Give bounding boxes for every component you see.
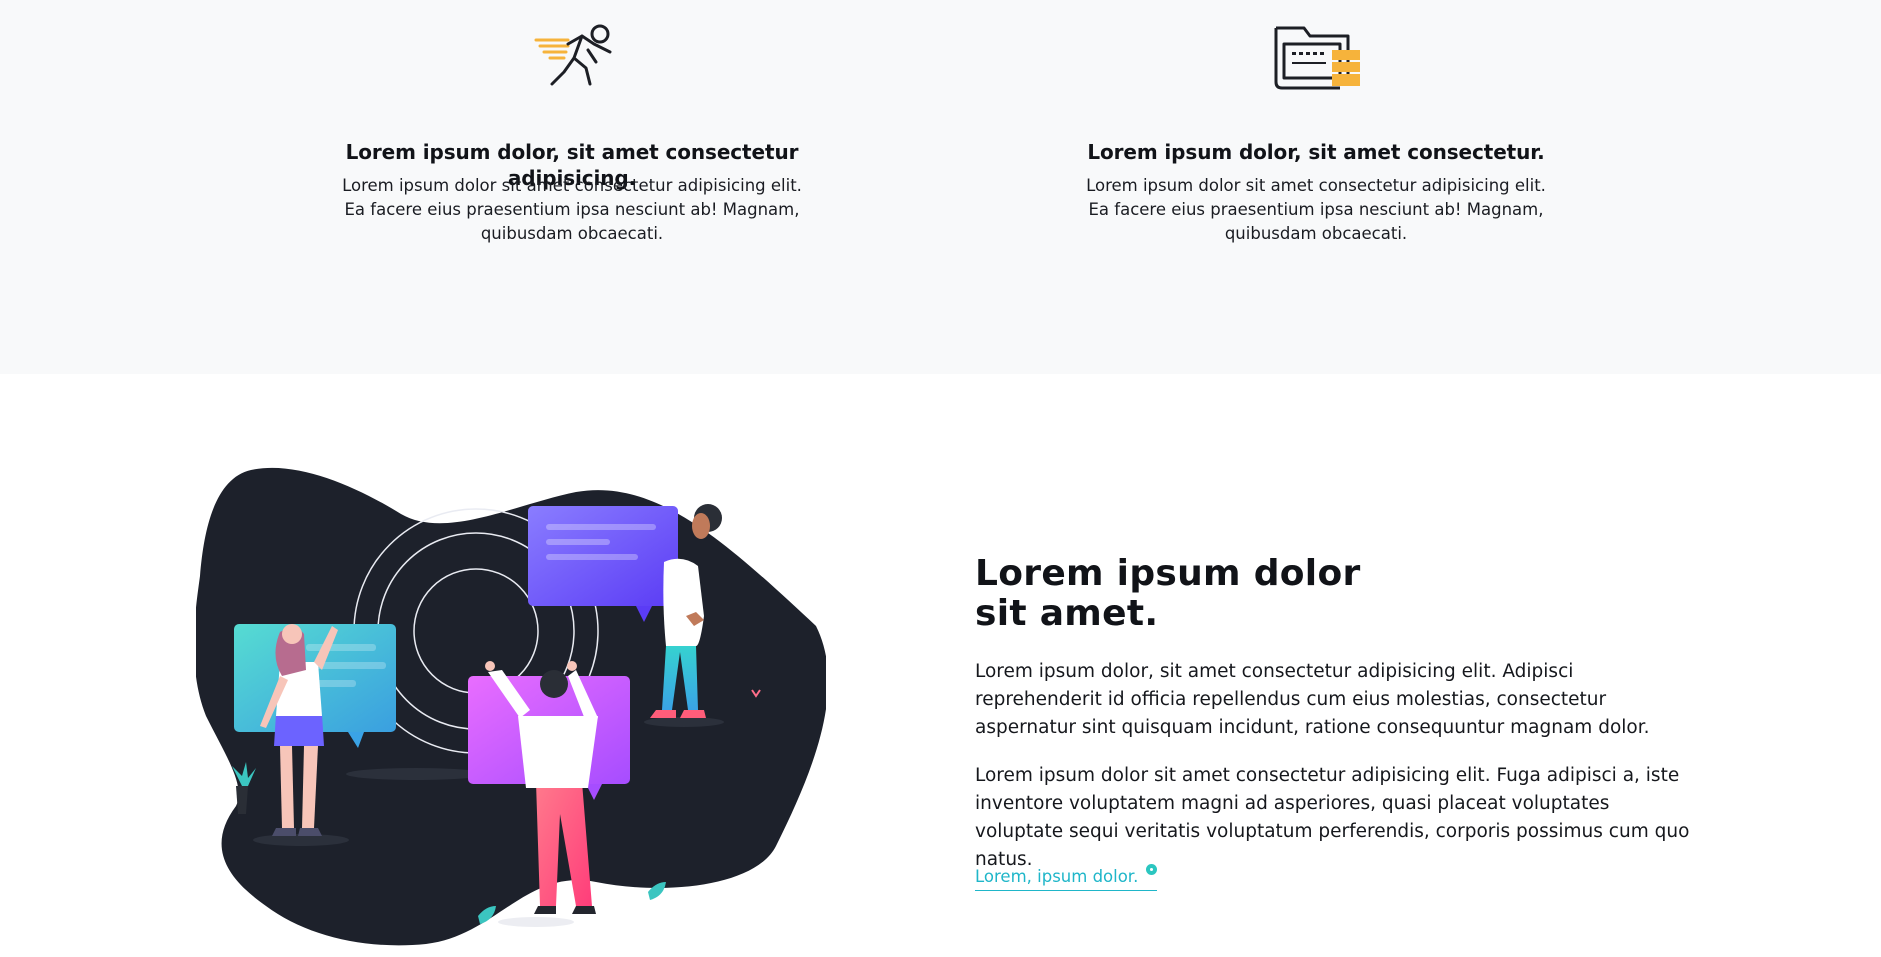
feature-description: Lorem ipsum dolor sit amet consectetur a…: [1086, 176, 1546, 243]
feature-title: Lorem ipsum dolor, sit amet consectetur.: [1087, 140, 1545, 164]
about-paragraph: Lorem ipsum dolor, sit amet consectetur …: [975, 661, 1650, 738]
learn-more-link-label: Lorem, ipsum dolor.: [975, 867, 1139, 886]
features-section: Lorem ipsum dolor, sit amet consectetur …: [0, 0, 1881, 374]
about-title: Lorem ipsum dolor sit amet.: [975, 553, 1361, 634]
learn-more-link[interactable]: Lorem, ipsum dolor.: [975, 864, 1158, 891]
folder-database-icon: [1274, 26, 1360, 90]
about-paragraph: Lorem ipsum dolor sit amet consectetur a…: [975, 765, 1690, 870]
people-chat-bubbles-illustration: [196, 467, 826, 946]
runner-icon: [534, 24, 612, 86]
arrow-circle-icon: [1146, 864, 1158, 875]
feature-description: Lorem ipsum dolor sit amet consectetur a…: [342, 176, 802, 243]
about-section: Lorem ipsum dolor sit amet. Lorem ipsum …: [0, 374, 1881, 957]
